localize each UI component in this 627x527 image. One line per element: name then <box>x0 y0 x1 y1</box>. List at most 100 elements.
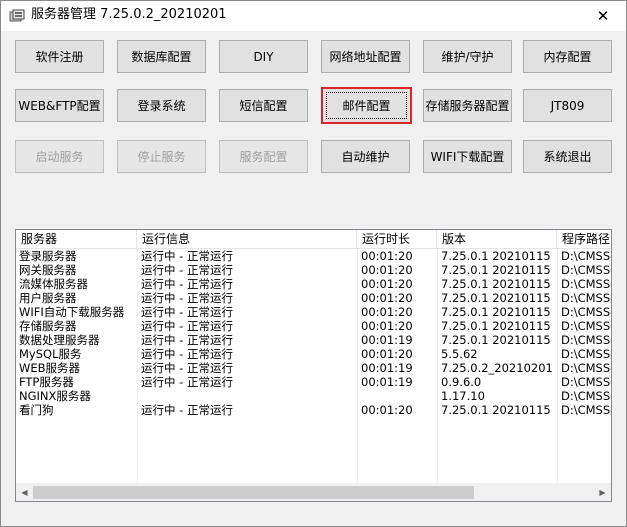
cell-program-path: D:\CMSServer <box>561 333 611 347</box>
cell-server: FTP服务器 <box>19 375 74 389</box>
table-row[interactable]: MySQL服务 运行中 - 正常运行 00:01:20 5.5.62 D:\CMSSer… <box>16 347 611 361</box>
cell-server: WIFI自动下载服务器 <box>19 305 125 319</box>
cell-run-info: 运行中 - 正常运行 <box>141 263 233 277</box>
table-row[interactable]: WIFI自动下载服务器 运行中 - 正常运行 00:01:20 7.25.0.1 20… <box>16 305 611 319</box>
cell-version: 1.17.10 <box>441 389 485 403</box>
database-config-button[interactable]: 数据库配置 <box>117 40 206 73</box>
table-row[interactable]: 用户服务器 运行中 - 正常运行 00:01:20 7.25.0.1 20210115… <box>16 291 611 305</box>
stop-service-button[interactable]: 停止服务 <box>117 140 206 173</box>
close-button[interactable]: ✕ <box>580 1 626 31</box>
cell-uptime: 00:01:20 <box>361 277 413 291</box>
close-icon: ✕ <box>596 7 610 25</box>
list-header: 服务器 运行信息 运行时长 版本 程序路径 <box>16 230 611 249</box>
memory-config-button[interactable]: 内存配置 <box>523 40 612 73</box>
cell-server: 看门狗 <box>19 403 54 417</box>
cell-run-info: 运行中 - 正常运行 <box>141 249 233 263</box>
cell-program-path: D:\CMSServer <box>561 305 611 319</box>
title-bar[interactable]: 服务器管理 7.25.0.2_20210201 ✕ <box>1 1 626 31</box>
cell-version: 5.5.62 <box>441 347 478 361</box>
column-header-run-info[interactable]: 运行信息 <box>137 230 357 248</box>
cell-version: 7.25.0.1 20210115 <box>441 333 551 347</box>
cell-version: 7.25.0.1 20210115 <box>441 263 551 277</box>
cell-run-info: 运行中 - 正常运行 <box>141 403 233 417</box>
cell-program-path: D:\CMSServer <box>561 319 611 333</box>
service-config-button[interactable]: 服务配置 <box>219 140 308 173</box>
server-manager-window: 服务器管理 7.25.0.2_20210201 ✕ 软件注册 数据库配置 DIY… <box>0 0 627 527</box>
cell-uptime: 00:01:20 <box>361 305 413 319</box>
cell-uptime <box>357 389 437 403</box>
table-row[interactable]: 流媒体服务器 运行中 - 正常运行 00:01:20 7.25.0.1 2021011… <box>16 277 611 291</box>
storage-server-config-button[interactable]: 存储服务器配置 <box>423 89 512 122</box>
cell-program-path: D:\CMSServer <box>561 389 611 403</box>
cell-run-info: 运行中 - 正常运行 <box>141 319 233 333</box>
cell-run-info: 运行中 - 正常运行 <box>141 375 233 389</box>
cell-server: MySQL服务 <box>19 347 82 361</box>
cell-run-info: 运行中 - 正常运行 <box>141 361 233 375</box>
cell-uptime: 00:01:20 <box>361 347 413 361</box>
email-config-button[interactable]: 邮件配置 <box>321 87 412 124</box>
server-list[interactable]: 服务器 运行信息 运行时长 版本 程序路径 登录服务器 运行中 - 正常运行 00:… <box>15 229 612 502</box>
table-row[interactable]: 网关服务器 运行中 - 正常运行 00:01:20 7.25.0.1 20210115… <box>16 263 611 277</box>
scroll-right-icon[interactable]: ▶ <box>594 484 611 501</box>
jt809-button[interactable]: JT809 <box>523 89 612 122</box>
cell-program-path: D:\CMSServer <box>561 347 611 361</box>
cell-uptime: 00:01:20 <box>361 319 413 333</box>
web-ftp-config-button[interactable]: WEB&FTP配置 <box>15 89 104 122</box>
table-row[interactable]: 登录服务器 运行中 - 正常运行 00:01:20 7.25.0.1 20210115… <box>16 249 611 263</box>
table-row[interactable]: FTP服务器 运行中 - 正常运行 00:01:19 0.9.6.0 D:\CMSSer… <box>16 375 611 389</box>
column-header-program-path[interactable]: 程序路径 <box>557 230 611 248</box>
window-title: 服务器管理 7.25.0.2_20210201 <box>31 7 227 22</box>
cell-server: 登录服务器 <box>19 249 77 263</box>
column-header-uptime[interactable]: 运行时长 <box>357 230 437 248</box>
cell-program-path: D:\CMSServer <box>561 277 611 291</box>
cell-program-path: D:\CMSServer <box>561 291 611 305</box>
cell-server: WEB服务器 <box>19 361 81 375</box>
list-rows: 登录服务器 运行中 - 正常运行 00:01:20 7.25.0.1 20210115… <box>16 249 611 417</box>
cell-version: 7.25.0.1 20210115 <box>441 305 551 319</box>
cell-server: 用户服务器 <box>19 291 77 305</box>
horizontal-scrollbar[interactable]: ◀ ▶ <box>16 483 611 501</box>
network-address-config-button[interactable]: 网络地址配置 <box>321 40 410 73</box>
start-service-button[interactable]: 启动服务 <box>15 140 104 173</box>
cell-run-info: 运行中 - 正常运行 <box>141 333 233 347</box>
cell-server: NGINX服务器 <box>19 389 91 403</box>
cell-program-path: D:\CMSServer <box>561 263 611 277</box>
sms-config-button[interactable]: 短信配置 <box>219 89 308 122</box>
auto-maintain-button[interactable]: 自动维护 <box>321 140 410 173</box>
cell-server: 存储服务器 <box>19 319 77 333</box>
maintain-guard-button[interactable]: 维护/守护 <box>423 40 512 73</box>
software-register-button[interactable]: 软件注册 <box>15 40 104 73</box>
app-server-icon <box>9 9 25 23</box>
cell-version: 7.25.0.1 20210115 <box>441 403 551 417</box>
cell-program-path: D:\CMSServer <box>561 375 611 389</box>
column-header-server[interactable]: 服务器 <box>16 230 137 248</box>
login-system-button[interactable]: 登录系统 <box>117 89 206 122</box>
table-row[interactable]: 存储服务器 运行中 - 正常运行 00:01:20 7.25.0.1 20210115… <box>16 319 611 333</box>
cell-run-info: 运行中 - 正常运行 <box>141 277 233 291</box>
table-row[interactable]: 数据处理服务器 运行中 - 正常运行 00:01:19 7.25.0.1 202101… <box>16 333 611 347</box>
cell-program-path: D:\CMSServer <box>561 361 611 375</box>
cell-run-info: 运行中 - 正常运行 <box>141 291 233 305</box>
cell-program-path: D:\CMSServer <box>561 249 611 263</box>
cell-program-path: D:\CMSServer <box>561 403 611 417</box>
cell-run-info: 运行中 - 正常运行 <box>141 305 233 319</box>
column-header-version[interactable]: 版本 <box>437 230 557 248</box>
scrollbar-thumb[interactable] <box>33 486 474 499</box>
cell-uptime: 00:01:20 <box>361 263 413 277</box>
wifi-download-config-button[interactable]: WIFI下载配置 <box>423 140 512 173</box>
table-row[interactable]: NGINX服务器 1.17.10 D:\CMSServer <box>16 389 611 403</box>
cell-uptime: 00:01:20 <box>361 249 413 263</box>
cell-version: 7.25.0.1 20210115 <box>441 249 551 263</box>
scroll-left-icon[interactable]: ◀ <box>16 484 33 501</box>
cell-version: 0.9.6.0 <box>441 375 482 389</box>
cell-server: 数据处理服务器 <box>19 333 100 347</box>
cell-uptime: 00:01:19 <box>361 375 413 389</box>
diy-button[interactable]: DIY <box>219 40 308 73</box>
cell-uptime: 00:01:19 <box>361 333 413 347</box>
cell-uptime: 00:01:20 <box>361 403 413 417</box>
table-row[interactable]: 看门狗 运行中 - 正常运行 00:01:20 7.25.0.1 20210115 D:… <box>16 403 611 417</box>
table-row[interactable]: WEB服务器 运行中 - 正常运行 00:01:19 7.25.0.2_2021020… <box>16 361 611 375</box>
system-exit-button[interactable]: 系统退出 <box>523 140 612 173</box>
cell-server: 网关服务器 <box>19 263 77 277</box>
cell-server: 流媒体服务器 <box>19 277 88 291</box>
